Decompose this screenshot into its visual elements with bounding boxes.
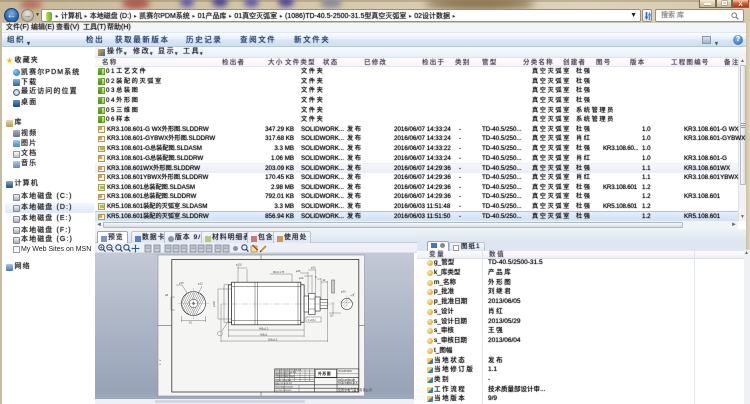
svg-text:φ102: φ102 [236, 264, 242, 267]
svg-text:φ20: φ20 [311, 267, 316, 270]
svg-text:设计 肖红 2013/05/29: 设计 肖红 2013/05/29 [275, 389, 291, 392]
svg-text:外形图: 外形图 [318, 371, 331, 376]
svg-text:φ12: φ12 [198, 282, 203, 286]
svg-text:M12×1.75: M12×1.75 [273, 271, 285, 274]
svg-text:φ25: φ25 [296, 270, 301, 273]
svg-text:N0.108.5034: N0.108.5034 [339, 371, 353, 373]
svg-text:1:2(A): 1:2(A) [308, 318, 316, 322]
svg-text:486±1.5: 486±1.5 [259, 327, 269, 331]
svg-text:1 : 2: 1 : 2 [158, 359, 162, 365]
svg-text:φ102: φ102 [213, 301, 216, 307]
svg-text:批准 刘继君 2013/06/05: 批准 刘继君 2013/06/05 [275, 386, 293, 389]
svg-text:工艺 批准 刘继君 130605: 工艺 批准 刘继君 130605 [275, 375, 294, 378]
svg-text:φ30: φ30 [341, 290, 346, 294]
svg-text:466±1: 466±1 [260, 333, 268, 337]
svg-text:数量 共1张 第1张 版次: 数量 共1张 第1张 版次 [275, 382, 292, 385]
svg-text:φ16: φ16 [299, 277, 304, 280]
svg-text:凯赛尔电气股份有限公司: 凯赛尔电气股份有限公司 [338, 388, 372, 392]
svg-text:φ75: φ75 [179, 281, 184, 285]
svg-text:TD-40.5/2500-31.5: TD-40.5/2500-31.5 [338, 383, 358, 385]
svg-text:比例1:2 重量 kg 图幅: 比例1:2 重量 kg 图幅 [275, 379, 291, 382]
svg-text:25°: 25° [330, 315, 334, 318]
svg-text:506±1.5: 506±1.5 [268, 338, 278, 342]
